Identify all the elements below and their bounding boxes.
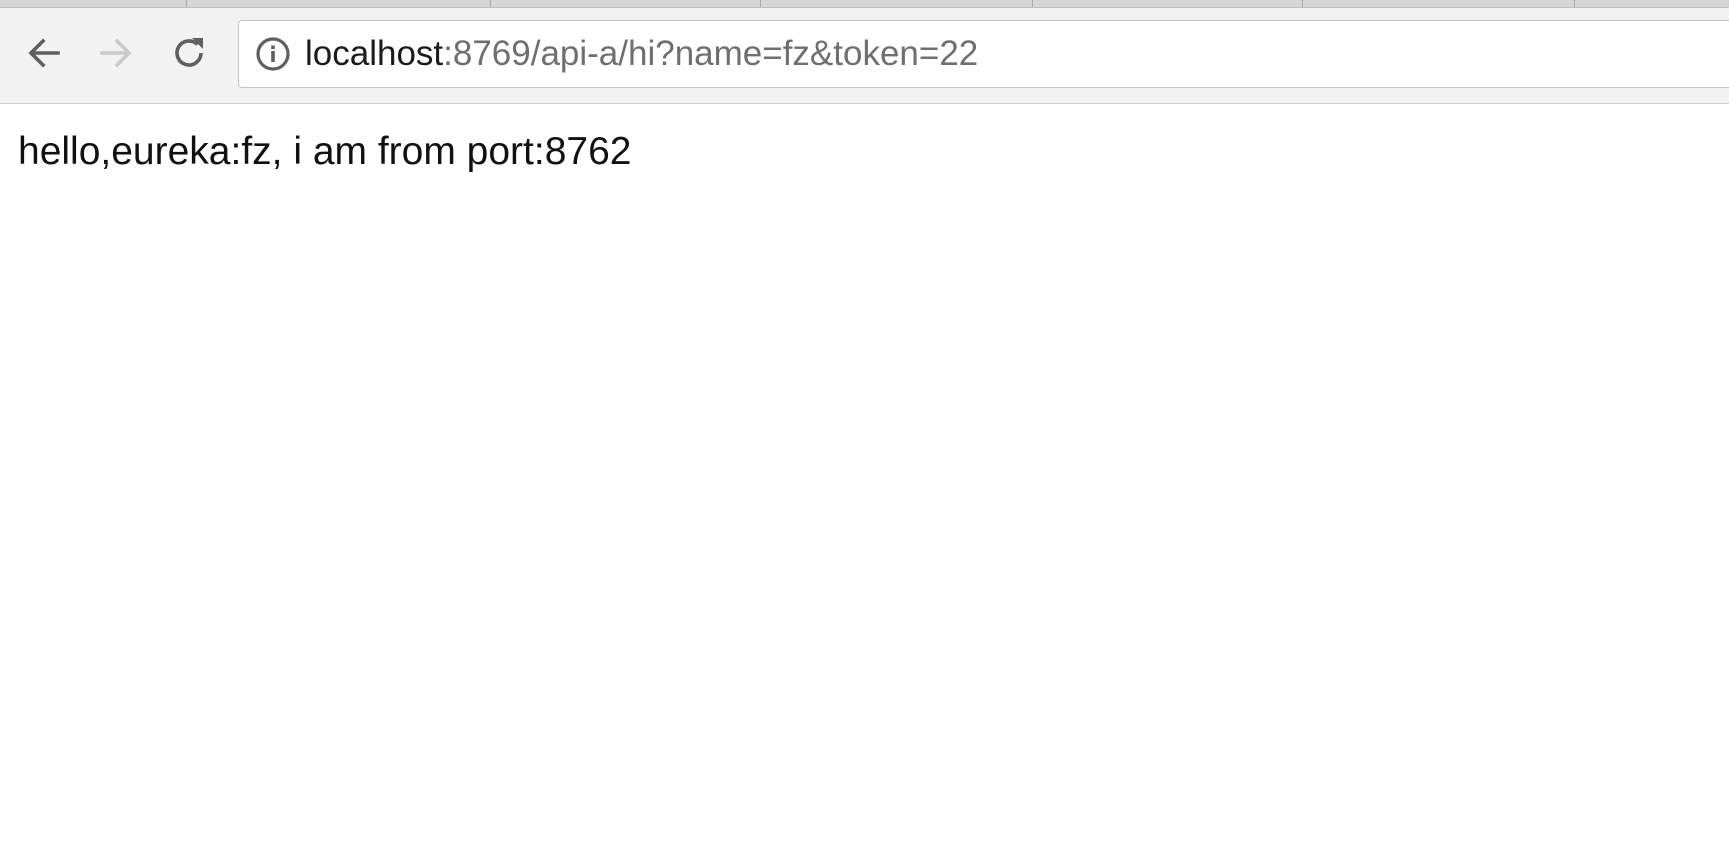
forward-button[interactable]	[93, 30, 139, 76]
tab-divider	[490, 0, 491, 7]
reload-icon	[175, 38, 203, 67]
tab-divider	[186, 0, 187, 7]
address-bar[interactable]: localhost:8769/api-a/hi?name=fz&token=22	[238, 20, 1729, 88]
tab-divider	[760, 0, 761, 7]
back-button[interactable]	[21, 30, 67, 76]
page-content: hello,eureka:fz, i am from port:8762	[0, 104, 1729, 866]
url-host: localhost	[305, 34, 444, 73]
browser-window: localhost:8769/api-a/hi?name=fz&token=22…	[0, 0, 1729, 866]
browser-toolbar: localhost:8769/api-a/hi?name=fz&token=22	[0, 8, 1729, 104]
tab-strip	[0, 0, 1729, 8]
tab-divider	[1032, 0, 1033, 7]
site-info-icon[interactable]	[255, 36, 291, 72]
tab-divider	[1302, 0, 1303, 7]
response-text: hello,eureka:fz, i am from port:8762	[18, 130, 632, 173]
arrow-left-icon	[28, 38, 60, 68]
url-path: :8769/api-a/hi?name=fz&token=22	[443, 34, 979, 73]
info-circle-icon	[256, 37, 290, 71]
url-text[interactable]: localhost:8769/api-a/hi?name=fz&token=22	[305, 34, 978, 74]
reload-button[interactable]	[166, 30, 212, 76]
arrow-right-icon	[100, 38, 132, 68]
tab-divider	[1574, 0, 1575, 7]
